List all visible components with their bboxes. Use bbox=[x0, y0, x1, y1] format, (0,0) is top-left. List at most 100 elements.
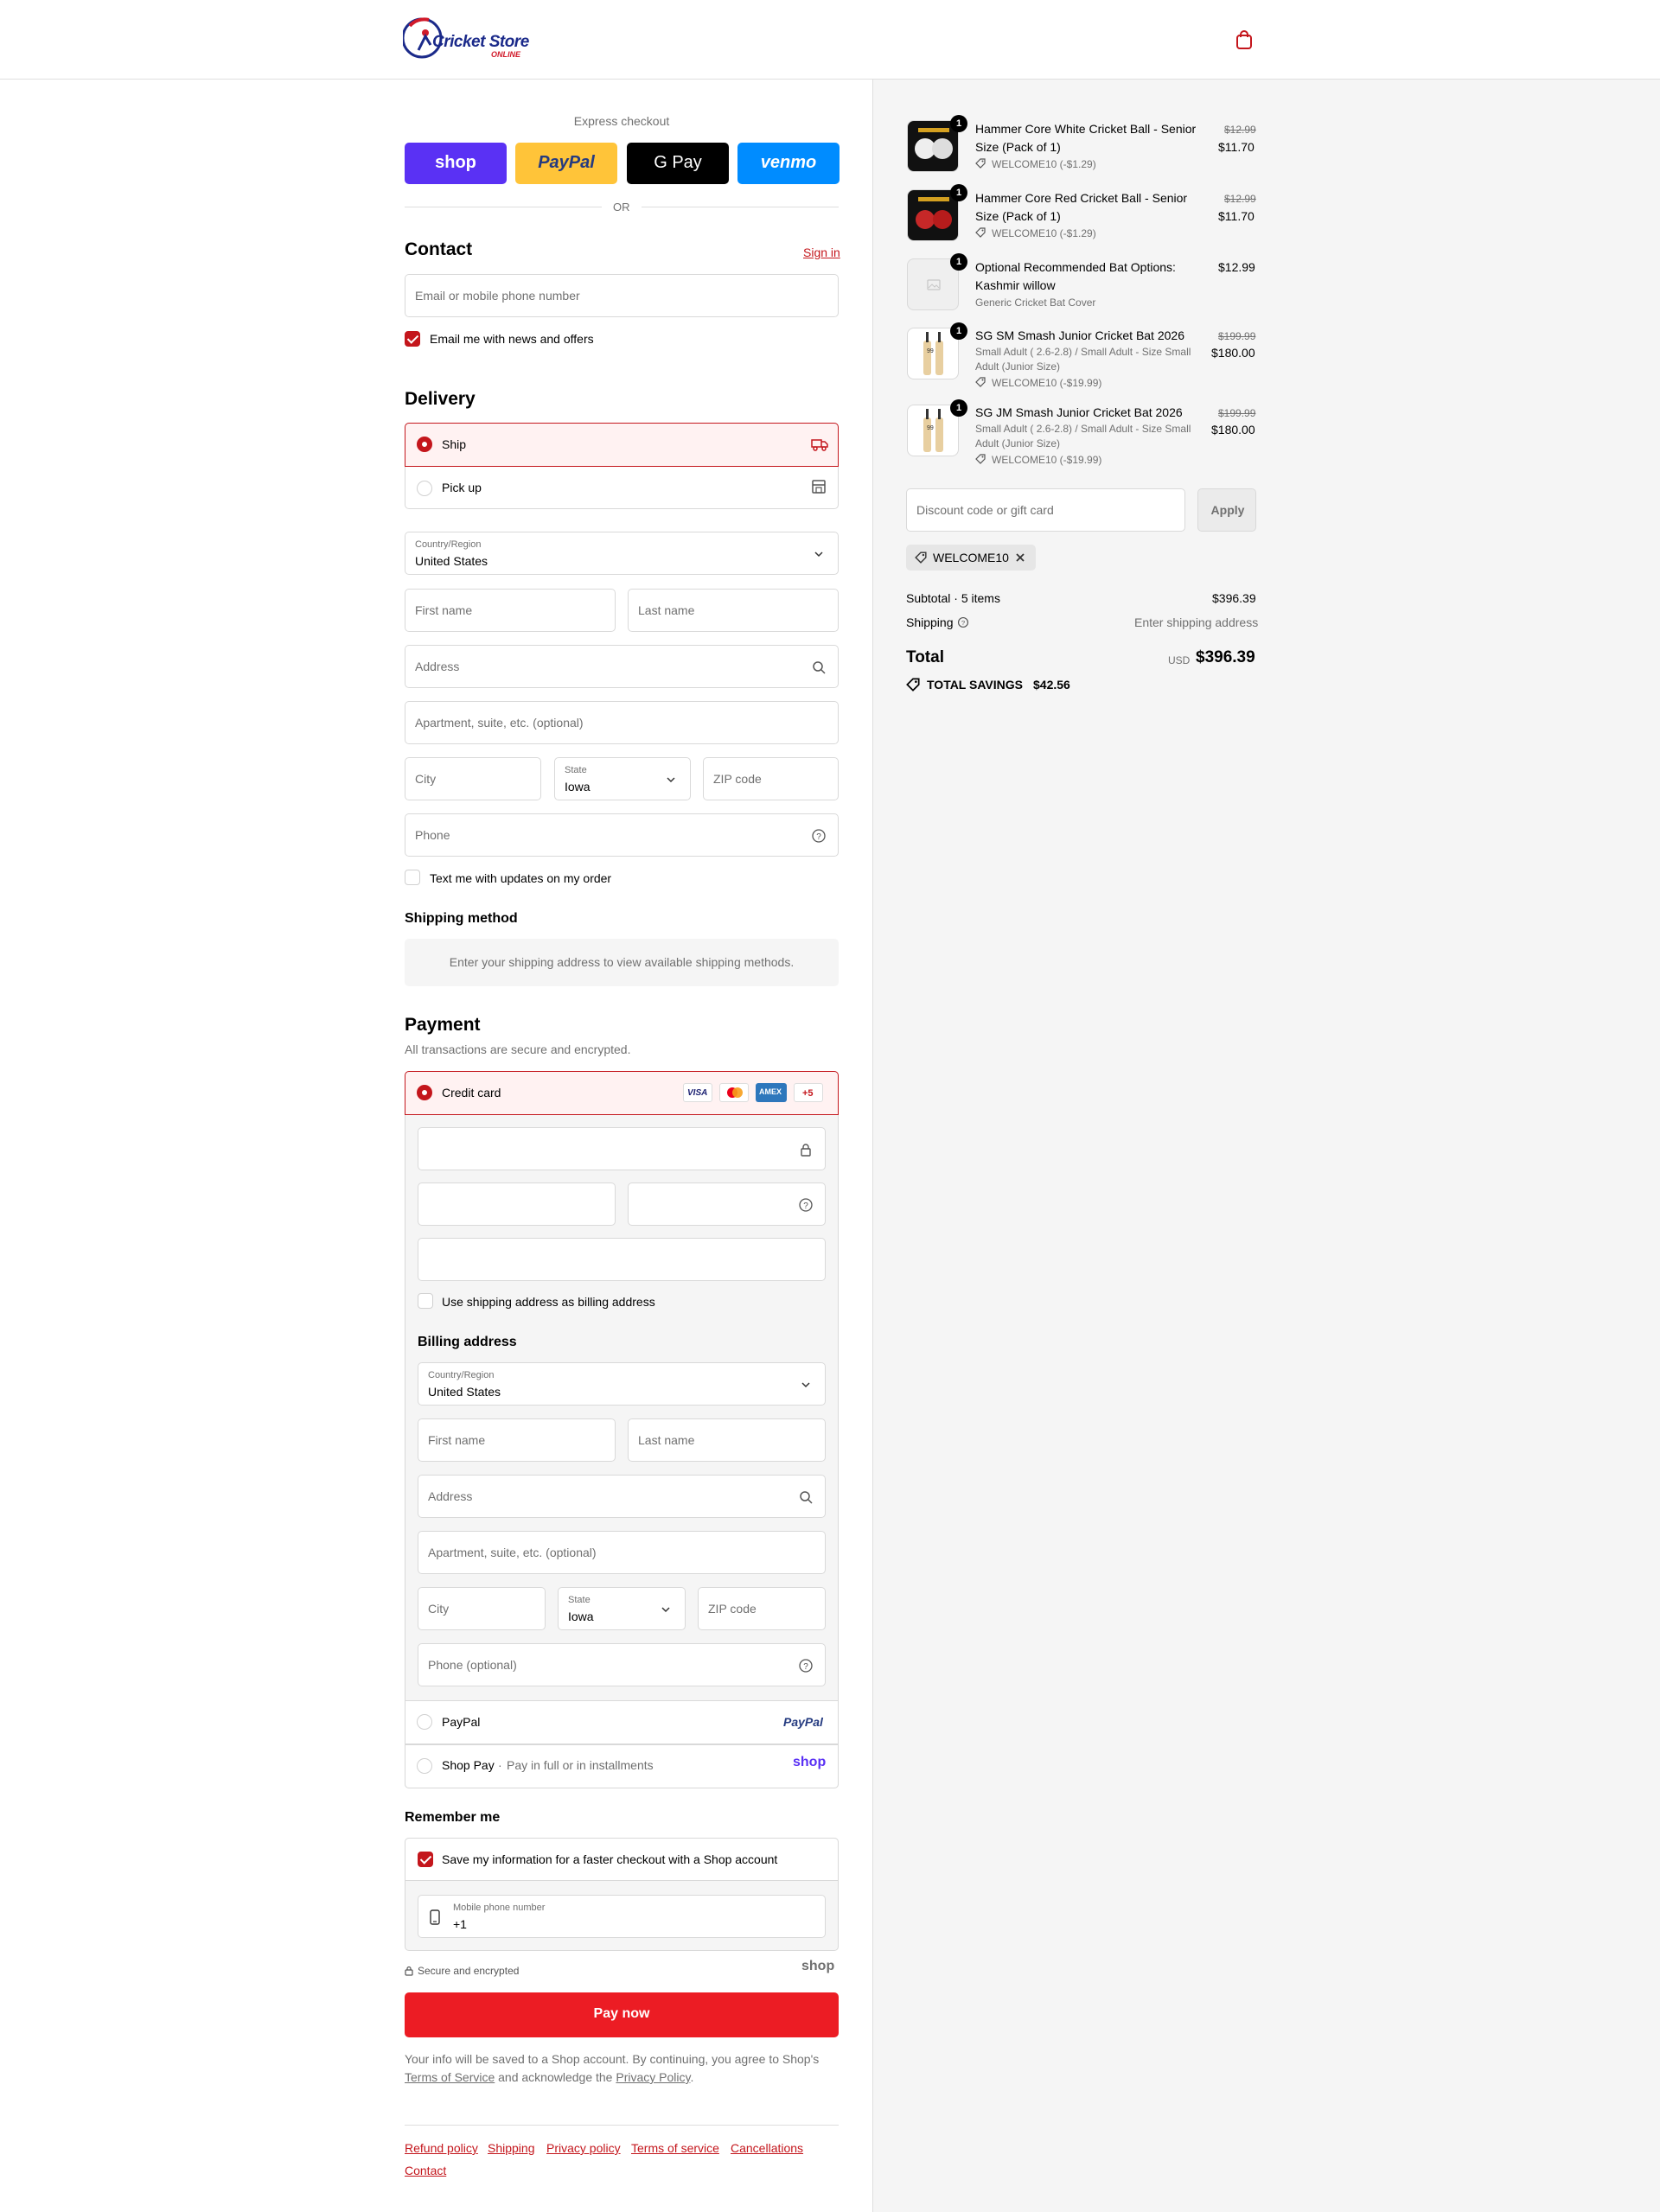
remember-me-heading: Remember me bbox=[405, 1810, 501, 1825]
shop-pay-label: Shop Pay bbox=[442, 1758, 495, 1772]
country-select[interactable]: Country/Region United States bbox=[405, 532, 839, 575]
secure-encrypted-text: Secure and encrypted bbox=[418, 1965, 520, 1977]
billing-apartment-field[interactable]: Apartment, suite, etc. (optional) bbox=[418, 1531, 826, 1574]
apply-discount-button[interactable]: Apply bbox=[1197, 488, 1256, 532]
order-summary-panel bbox=[872, 80, 1660, 2212]
shop-pay-radio[interactable] bbox=[417, 1758, 432, 1774]
mobile-phone-icon bbox=[430, 1909, 440, 1925]
total-value: $396.39 bbox=[1196, 648, 1255, 666]
shipping-label: Shipping bbox=[906, 615, 954, 629]
product-name: Hammer Core White Cricket Ball - Senior bbox=[975, 122, 1197, 136]
terms-of-service-link[interactable]: Terms of Service bbox=[405, 2070, 495, 2084]
shopping-bag-icon[interactable] bbox=[1235, 29, 1254, 50]
paypal-button[interactable]: PayPal bbox=[515, 143, 617, 184]
billing-last-name-field[interactable]: Last name bbox=[628, 1418, 826, 1462]
discount-applied: WELCOME10 (-$19.99) bbox=[992, 377, 1102, 389]
quantity-badge: 1 bbox=[950, 399, 967, 417]
card-number-field[interactable] bbox=[418, 1127, 826, 1170]
phone-field[interactable]: Phone ? bbox=[405, 813, 839, 857]
shipping-method-notice: Enter your shipping address to view avai… bbox=[405, 939, 839, 986]
billing-city-field[interactable]: City bbox=[418, 1587, 546, 1630]
privacy-policy-footer-link[interactable]: Privacy policy bbox=[546, 2141, 621, 2155]
sign-in-link[interactable]: Sign in bbox=[803, 245, 840, 259]
first-name-field[interactable]: First name bbox=[405, 589, 616, 632]
shipping-policy-link[interactable]: Shipping bbox=[488, 2141, 535, 2155]
product-name: SG SM Smash Junior Cricket Bat 2026 bbox=[975, 328, 1184, 342]
privacy-policy-link[interactable]: Privacy Policy bbox=[616, 2070, 690, 2084]
delivery-heading: Delivery bbox=[405, 389, 476, 409]
discount-tag-icon bbox=[975, 158, 986, 169]
last-name-field[interactable]: Last name bbox=[628, 589, 839, 632]
chevron-down-icon bbox=[801, 1382, 810, 1388]
apartment-field[interactable]: Apartment, suite, etc. (optional) bbox=[405, 701, 839, 744]
product-name: Optional Recommended Bat Options: bbox=[975, 260, 1176, 274]
logo-subtitle: ONLINE bbox=[491, 50, 521, 59]
or-separator: OR bbox=[613, 201, 630, 214]
paypal-radio[interactable] bbox=[417, 1714, 432, 1730]
product-variant-line2: Adult (Junior Size) bbox=[975, 360, 1061, 373]
shop-pay-button[interactable]: shop bbox=[405, 143, 507, 184]
email-field[interactable]: Email or mobile phone number bbox=[405, 274, 839, 317]
help-icon[interactable]: ? bbox=[798, 1197, 814, 1213]
newsletter-checkbox[interactable] bbox=[405, 331, 420, 347]
expiry-field[interactable] bbox=[418, 1182, 616, 1226]
contact-link[interactable]: Contact bbox=[405, 2164, 446, 2177]
billing-state-select[interactable]: State Iowa bbox=[558, 1587, 686, 1630]
security-code-field[interactable]: ? bbox=[628, 1182, 826, 1226]
discount-code-field[interactable]: Discount code or gift card bbox=[906, 488, 1185, 532]
help-icon[interactable]: ? bbox=[798, 1658, 814, 1673]
name-on-card-field[interactable] bbox=[418, 1238, 826, 1281]
venmo-button[interactable]: venmo bbox=[737, 143, 840, 184]
product-name-line2: Size (Pack of 1) bbox=[975, 140, 1061, 154]
zip-field[interactable]: ZIP code bbox=[703, 757, 839, 800]
product-name-line2: Kashmir willow bbox=[975, 278, 1056, 292]
billing-country-select[interactable]: Country/Region United States bbox=[418, 1362, 826, 1406]
billing-phone-field[interactable]: Phone (optional) ? bbox=[418, 1643, 826, 1686]
pay-now-button[interactable]: Pay now bbox=[405, 1992, 839, 2037]
sms-label: Text me with updates on my order bbox=[430, 871, 612, 885]
remove-discount-icon[interactable] bbox=[1015, 552, 1025, 563]
billing-address-heading: Billing address bbox=[418, 1335, 517, 1349]
product-variant: Small Adult ( 2.6-2.8) / Small Adult - S… bbox=[975, 423, 1191, 435]
billing-address-field[interactable]: Address bbox=[418, 1475, 826, 1518]
product-name: SG JM Smash Junior Cricket Bat 2026 bbox=[975, 405, 1183, 419]
state-select[interactable]: State Iowa bbox=[554, 757, 691, 800]
quantity-badge: 1 bbox=[950, 322, 967, 340]
subtotal-label: Subtotal · 5 items bbox=[906, 591, 1000, 605]
credit-card-radio[interactable] bbox=[417, 1085, 432, 1100]
refund-policy-link[interactable]: Refund policy bbox=[405, 2141, 478, 2155]
pickup-radio[interactable] bbox=[417, 481, 432, 496]
use-shipping-checkbox[interactable] bbox=[418, 1293, 433, 1309]
mobile-phone-field[interactable]: Mobile phone number +1 bbox=[418, 1895, 826, 1938]
express-checkout-title: Express checkout bbox=[573, 114, 670, 128]
visa-icon: VISA bbox=[683, 1083, 712, 1102]
address-field[interactable]: Address bbox=[405, 645, 839, 688]
billing-first-name-field[interactable]: First name bbox=[418, 1418, 616, 1462]
product-price: $11.70 bbox=[1218, 140, 1255, 154]
city-field[interactable]: City bbox=[405, 757, 541, 800]
help-icon[interactable]: ? bbox=[811, 828, 827, 844]
truck-icon bbox=[811, 439, 828, 451]
pickup-label[interactable]: Pick up bbox=[442, 481, 482, 494]
header: Cricket Store ONLINE bbox=[0, 0, 1660, 80]
billing-zip-field[interactable]: ZIP code bbox=[698, 1587, 826, 1630]
shop-logo: shop bbox=[793, 1755, 827, 1769]
save-info-checkbox[interactable] bbox=[418, 1852, 433, 1867]
cancellations-link[interactable]: Cancellations bbox=[731, 2141, 803, 2155]
shop-logo: shop bbox=[801, 1959, 835, 1973]
svg-text:99: 99 bbox=[927, 348, 934, 354]
svg-text:?: ? bbox=[803, 1662, 808, 1672]
credit-card-label: Credit card bbox=[442, 1086, 501, 1100]
product-price: $180.00 bbox=[1211, 423, 1255, 437]
ship-radio[interactable] bbox=[417, 437, 432, 452]
discount-tag-icon bbox=[975, 377, 986, 387]
terms-of-service-footer-link[interactable]: Terms of service bbox=[631, 2141, 719, 2155]
product-name-line2: Size (Pack of 1) bbox=[975, 209, 1061, 223]
google-pay-button[interactable]: G Pay bbox=[627, 143, 729, 184]
sms-checkbox[interactable] bbox=[405, 870, 420, 885]
help-icon[interactable]: ? bbox=[957, 616, 969, 628]
savings-tag-icon bbox=[906, 678, 920, 692]
ship-option[interactable] bbox=[405, 423, 839, 467]
product-variant: Generic Cricket Bat Cover bbox=[975, 296, 1096, 309]
lock-icon bbox=[801, 1144, 811, 1157]
